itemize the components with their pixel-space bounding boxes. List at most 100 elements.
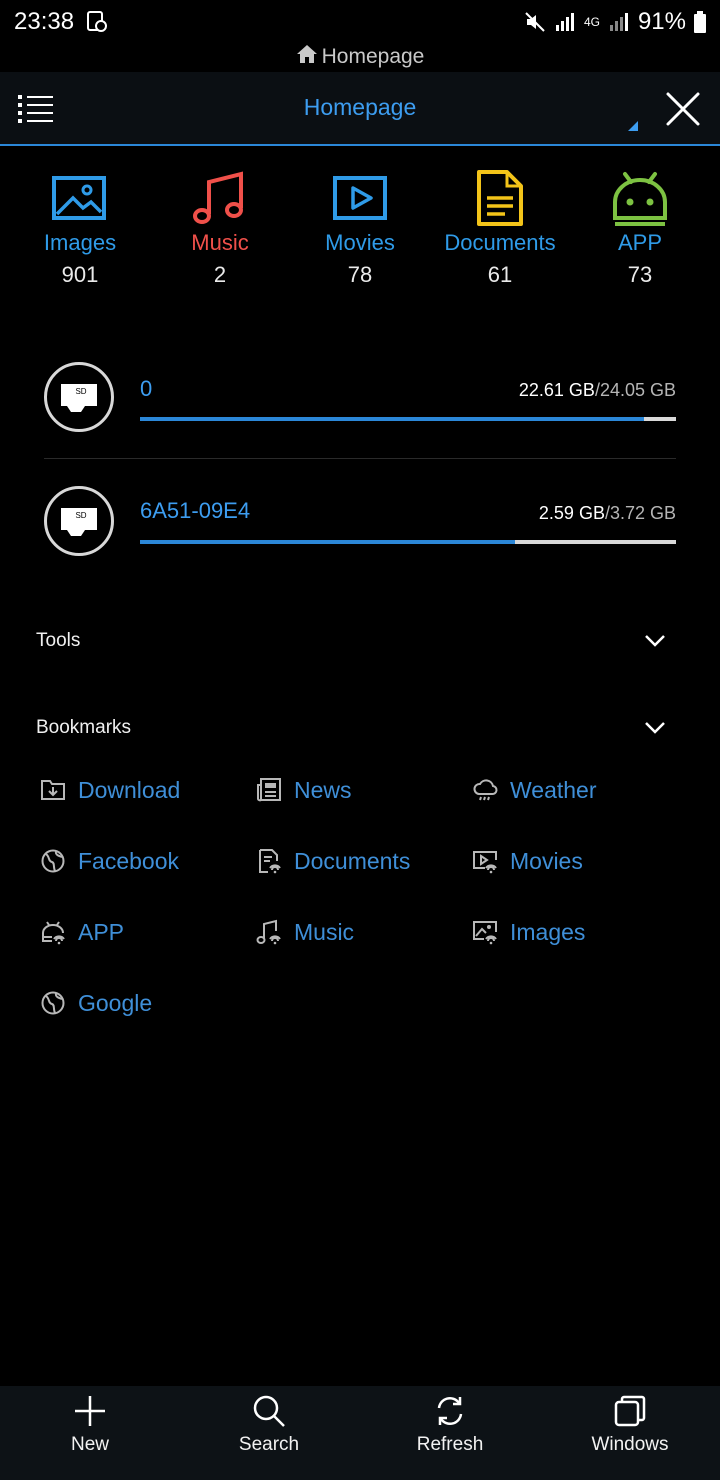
tools-label: Tools <box>36 630 81 651</box>
storage-used: 22.61 GB <box>518 380 595 400</box>
bookmark-weather[interactable]: Weather <box>472 770 597 810</box>
android-icon <box>611 168 669 228</box>
bookmark-movies[interactable]: Movies <box>472 841 583 881</box>
bookmark-label: Images <box>510 918 586 945</box>
windows-icon <box>614 1395 646 1427</box>
category-app[interactable]: APP 73 <box>570 168 710 288</box>
category-label: APP <box>617 230 663 255</box>
battery-level: 91% <box>637 8 686 35</box>
category-grid: Images 901 Music 2 Movies 78 Documents 6… <box>0 168 720 298</box>
bookmark-label: Movies <box>510 847 583 874</box>
battery-icon <box>694 11 706 33</box>
category-documents[interactable]: Documents 61 <box>430 168 570 288</box>
storage-name: 0 <box>140 376 153 401</box>
storage-name: 6A51-09E4 <box>140 498 251 523</box>
windows-label: Windows <box>591 1434 669 1455</box>
storage-total: /3.72 GB <box>604 503 676 523</box>
dropdown-triangle-icon[interactable] <box>628 121 638 131</box>
bottom-toolbar: New Search Refresh Windows <box>0 1386 720 1480</box>
new-label: New <box>70 1434 109 1455</box>
page-title: Homepage <box>321 45 425 68</box>
category-count: 2 <box>213 262 227 287</box>
refresh-icon <box>437 1396 463 1426</box>
category-label: Music <box>191 230 249 255</box>
page-title-strip: Homepage <box>0 44 720 72</box>
storage-usage-bar <box>140 540 676 544</box>
globe-icon <box>41 849 65 873</box>
weather-icon <box>473 779 498 801</box>
location-icon <box>86 10 108 34</box>
category-count: 61 <box>487 262 513 287</box>
bookmark-documents[interactable]: Documents <box>256 841 410 881</box>
bookmark-app[interactable]: APP <box>40 912 124 952</box>
web-document-icon <box>259 849 281 874</box>
storage-used: 2.59 GB <box>538 503 605 523</box>
bookmark-label: Download <box>78 776 181 803</box>
web-movie-icon <box>473 851 497 874</box>
refresh-label: Refresh <box>416 1434 484 1455</box>
bookmark-music[interactable]: Music <box>256 912 354 952</box>
document-icon <box>471 168 529 228</box>
play-icon <box>331 168 389 228</box>
storage-usage-bar <box>140 417 676 421</box>
web-app-icon <box>42 921 65 945</box>
category-label: Documents <box>444 230 556 255</box>
close-icon[interactable] <box>664 90 702 128</box>
category-music[interactable]: Music 2 <box>150 168 290 288</box>
bookmark-label: Music <box>294 918 355 945</box>
storage-size: 2.59 GB/3.72 GB <box>539 503 676 524</box>
bookmarks-label: Bookmarks <box>36 717 132 738</box>
chevron-down-icon <box>645 635 665 647</box>
bookmark-label: Facebook <box>78 847 180 874</box>
bookmark-google[interactable]: Google <box>40 983 152 1023</box>
web-image-icon <box>473 921 497 945</box>
category-count: 78 <box>347 262 373 287</box>
bookmark-label: Documents <box>294 847 411 874</box>
network-type: 4G <box>583 15 600 29</box>
chevron-down-icon <box>645 722 665 734</box>
tools-section-header[interactable]: Tools <box>36 630 676 660</box>
bookmark-download[interactable]: Download <box>40 770 180 810</box>
new-button[interactable]: New <box>20 1394 160 1456</box>
sd-card-icon: SD <box>44 362 114 432</box>
news-icon <box>257 778 281 802</box>
storage-total: /24.05 GB <box>594 380 676 400</box>
windows-button[interactable]: Windows <box>560 1394 700 1456</box>
status-time: 23:38 <box>14 8 75 35</box>
svg-text:SD: SD <box>75 387 86 396</box>
mute-icon <box>524 11 546 33</box>
plus-icon <box>75 1396 105 1426</box>
bookmark-images[interactable]: Images <box>472 912 585 952</box>
category-count: 73 <box>627 262 653 287</box>
search-button[interactable]: Search <box>199 1394 339 1456</box>
bookmarks-section-header[interactable]: Bookmarks <box>36 717 676 747</box>
category-movies[interactable]: Movies 78 <box>290 168 430 288</box>
music-note-icon <box>191 168 249 228</box>
home-icon <box>296 44 318 70</box>
storage-usage-fill <box>140 417 644 421</box>
storage-item[interactable]: SD 6A51-09E4 2.59 GB/3.72 GB <box>0 480 720 600</box>
storage-size: 22.61 GB/24.05 GB <box>519 380 676 401</box>
bookmark-label: APP <box>78 918 125 945</box>
refresh-button[interactable]: Refresh <box>380 1394 520 1456</box>
category-images[interactable]: Images 901 <box>10 168 150 288</box>
category-count: 901 <box>61 262 99 287</box>
category-label: Movies <box>325 230 395 255</box>
bookmark-facebook[interactable]: Facebook <box>40 841 179 881</box>
status-bar: 23:38 4G 91% <box>0 0 720 44</box>
signal-icon <box>554 11 576 33</box>
bookmark-news[interactable]: News <box>256 770 352 810</box>
search-label: Search <box>238 1434 300 1455</box>
bookmark-label: Google <box>78 989 153 1016</box>
bookmark-label: Weather <box>510 776 597 803</box>
image-icon <box>51 168 109 228</box>
storage-usage-fill <box>140 540 516 544</box>
signal-icon-2 <box>608 11 630 33</box>
search-icon <box>253 1395 285 1427</box>
category-label: Images <box>43 230 117 255</box>
sd-card-icon: SD <box>44 486 114 556</box>
bookmark-label: News <box>294 776 352 803</box>
address-title[interactable]: Homepage <box>0 94 720 121</box>
download-folder-icon <box>41 780 65 800</box>
svg-text:SD: SD <box>75 511 86 520</box>
